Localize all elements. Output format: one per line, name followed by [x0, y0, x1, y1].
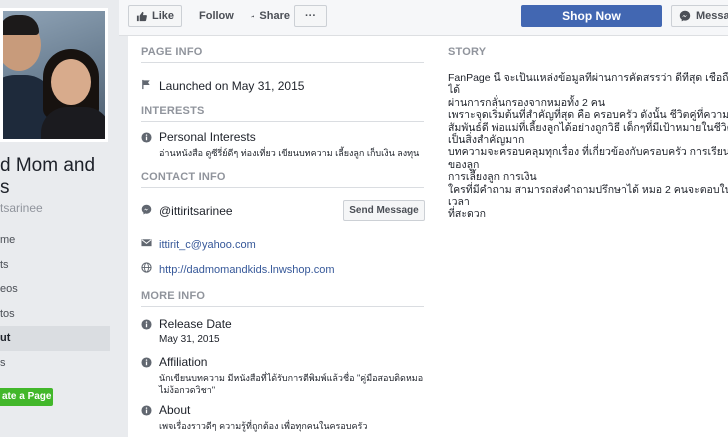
page-name-line2[interactable]: s [0, 177, 10, 199]
sidebar-nav: me ts eos tos ut s [0, 228, 110, 375]
follow-button[interactable]: Follow [186, 5, 240, 27]
follow-label: Follow [199, 10, 234, 22]
more-info-heading: MORE INFO [141, 290, 206, 302]
launched-row: Launched on May 31, 2015 [141, 77, 426, 97]
action-bar: Like Follow Share ··· Shop Now Messag [119, 0, 728, 36]
share-arrow-icon [251, 14, 255, 18]
messenger-icon [679, 10, 691, 22]
about-value: เพจเรื่องราวดีๆ ความรู้ที่ถูกต้อง เพื่อท… [159, 421, 368, 431]
interests-value: อ่านหนังสือ ดูซีรี่ย์ดีๆ ท่องเที่ยว เขีย… [159, 148, 420, 158]
divider [141, 121, 424, 122]
page-handle[interactable]: tsarinee [0, 201, 43, 215]
page-info-heading: PAGE INFO [141, 46, 203, 58]
message-label: Messag [696, 10, 728, 22]
interests-row: Personal Interests อ่านหนังสือ ดูซีรี่ย์… [141, 130, 426, 159]
profile-photo[interactable] [0, 8, 108, 142]
story-text: FanPage นี้ จะเป็นแหล่งข้อมูลที่ผ่านการค… [448, 72, 728, 221]
sidebar-item-home[interactable]: me [0, 228, 110, 253]
sidebar-item-videos[interactable]: eos [0, 277, 110, 302]
story-column: STORY FanPage นี้ จะเป็นแหล่งข้อมูลที่ผ่… [448, 36, 728, 221]
page-name-line1[interactable]: d Mom and [0, 155, 95, 177]
page-root: d Mom and s tsarinee me ts eos tos ut s … [0, 0, 728, 437]
interests-title: Personal Interests [159, 130, 256, 144]
messenger-icon [141, 204, 152, 215]
shop-now-button[interactable]: Shop Now [521, 5, 662, 27]
contact-info-heading: CONTACT INFO [141, 171, 226, 183]
more-dots-icon: ··· [305, 10, 316, 22]
sidebar-item-photos[interactable]: tos [0, 302, 110, 327]
info-icon [141, 319, 152, 330]
globe-icon [141, 262, 152, 273]
website-link[interactable]: http://dadmomandkids.lnwshop.com [159, 264, 334, 276]
affiliation-title: Affiliation [159, 355, 208, 369]
more-options-button[interactable]: ··· [294, 5, 327, 27]
create-page-button[interactable]: ate a Page [0, 388, 53, 406]
affiliation-row: Affiliation นักเขียนบทความ มีหนังสือที่ไ… [141, 355, 426, 396]
left-sidebar: d Mom and s tsarinee me ts eos tos ut s … [0, 0, 119, 437]
share-button[interactable]: Share [243, 5, 298, 27]
message-button[interactable]: Messag [671, 5, 728, 27]
website-row: http://dadmomandkids.lnwshop.com [141, 260, 426, 280]
like-label: Like [151, 10, 174, 22]
divider [141, 187, 424, 188]
launched-date: Launched on May 31, 2015 [159, 79, 305, 93]
info-icon [141, 405, 152, 416]
release-date-value: May 31, 2015 [159, 334, 220, 345]
release-date-row: Release Date May 31, 2015 [141, 317, 426, 346]
about-title: About [159, 403, 191, 417]
divider [141, 62, 424, 63]
flag-icon [142, 79, 150, 90]
story-heading: STORY [448, 46, 487, 58]
send-message-button[interactable]: Send Message [343, 200, 425, 221]
info-icon [141, 132, 152, 143]
thumbs-up-icon [136, 11, 147, 21]
about-row: About เพจเรื่องราวดีๆ ความรู้ที่ถูกต้อง … [141, 403, 426, 432]
sidebar-item-posts[interactable]: ts [0, 253, 110, 278]
about-content: PAGE INFO Launched on May 31, 2015 INTER… [128, 36, 728, 437]
interests-heading: INTERESTS [141, 105, 205, 117]
info-icon [141, 357, 152, 368]
like-button[interactable]: Like [128, 5, 182, 27]
envelope-icon [141, 239, 152, 247]
release-date-title: Release Date [159, 317, 232, 331]
email-link[interactable]: ittirit_c@yahoo.com [159, 239, 256, 251]
divider [141, 306, 424, 307]
about-left-column: PAGE INFO Launched on May 31, 2015 INTER… [141, 36, 426, 432]
affiliation-value: นักเขียนบทความ มีหนังสือที่ได้รับการตีพิ… [159, 373, 424, 395]
sidebar-item-likes[interactable]: s [0, 351, 110, 376]
messenger-handle[interactable]: @ittiritsarinee [159, 204, 233, 218]
sidebar-item-about[interactable]: ut [0, 326, 110, 351]
email-row: ittirit_c@yahoo.com [141, 235, 426, 255]
share-label: Share [259, 10, 290, 22]
